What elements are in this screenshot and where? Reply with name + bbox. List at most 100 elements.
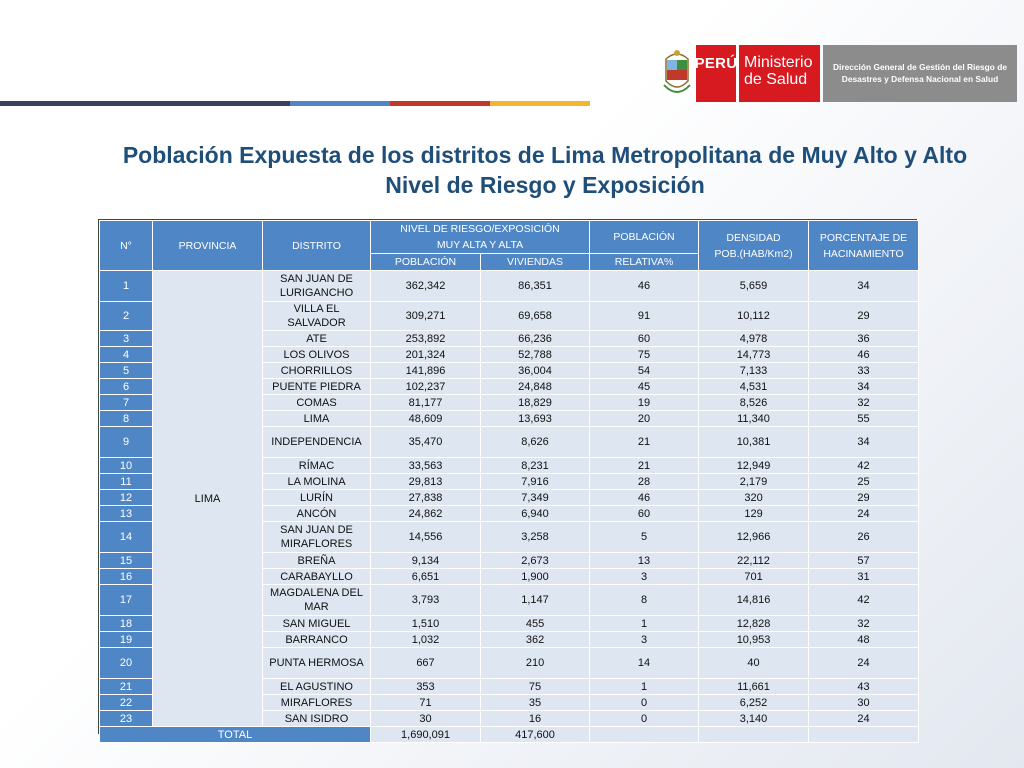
header-poblacion-sub: POBLACIÓN xyxy=(370,253,481,271)
hacinamiento-cell: 43 xyxy=(808,678,920,695)
relativa-cell: 1 xyxy=(589,615,700,632)
hacinamiento-cell: 34 xyxy=(808,270,920,302)
hacinamiento-cell: 24 xyxy=(808,647,920,679)
hacinamiento-cell: 48 xyxy=(808,631,920,648)
ministry-logo: PERÚ Ministerio de Salud Dirección Gener… xyxy=(662,44,1017,102)
distrito-cell: SAN MIGUEL xyxy=(262,615,371,632)
poblacion-cell: 201,324 xyxy=(370,346,481,363)
title-line1: Población Expuesta de los distritos de L… xyxy=(122,142,968,168)
densidad-cell: 14,816 xyxy=(698,584,810,616)
hacinamiento-cell: 42 xyxy=(808,457,920,474)
densidad-cell: 22,112 xyxy=(698,552,810,569)
row-number: 17 xyxy=(99,584,153,616)
relativa-cell: 46 xyxy=(589,270,700,302)
title-line2: Nivel de Riesgo y Exposición xyxy=(385,172,705,198)
poblacion-cell: 6,651 xyxy=(370,568,481,585)
hacinamiento-cell: 26 xyxy=(808,521,920,553)
distrito-cell: INDEPENDENCIA xyxy=(262,426,371,458)
viviendas-cell: 86,351 xyxy=(479,270,591,302)
distrito-cell: BARRANCO xyxy=(262,631,371,648)
header-provincia: PROVINCIA xyxy=(152,220,263,271)
viviendas-cell: 75 xyxy=(479,678,591,695)
viviendas-cell: 362 xyxy=(479,631,591,648)
distrito-cell: SAN ISIDRO xyxy=(262,710,371,727)
distrito-cell: COMAS xyxy=(262,394,371,411)
distrito-cell: RÍMAC xyxy=(262,457,371,474)
viviendas-cell: 18,829 xyxy=(479,394,591,411)
total-empty-cell xyxy=(698,726,810,743)
ministry-line1: Ministerio xyxy=(744,53,813,71)
poblacion-cell: 30 xyxy=(370,710,481,727)
relativa-cell: 19 xyxy=(589,394,700,411)
densidad-cell: 11,340 xyxy=(698,410,810,427)
densidad-cell: 10,953 xyxy=(698,631,810,648)
header-n: N° xyxy=(99,220,153,271)
relativa-cell: 21 xyxy=(589,426,700,458)
densidad-cell: 40 xyxy=(698,647,810,679)
hacinamiento-cell: 36 xyxy=(808,330,920,347)
row-number: 4 xyxy=(99,346,153,363)
distrito-cell: LA MOLINA xyxy=(262,473,371,490)
densidad-cell: 320 xyxy=(698,489,810,506)
hacinamiento-cell: 24 xyxy=(808,505,920,522)
poblacion-cell: 27,838 xyxy=(370,489,481,506)
poblacion-cell: 667 xyxy=(370,647,481,679)
poblacion-cell: 71 xyxy=(370,694,481,711)
relativa-cell: 1 xyxy=(589,678,700,695)
distrito-cell: PUENTE PIEDRA xyxy=(262,378,371,395)
viviendas-cell: 8,626 xyxy=(479,426,591,458)
relativa-cell: 75 xyxy=(589,346,700,363)
relativa-cell: 60 xyxy=(589,505,700,522)
viviendas-cell: 8,231 xyxy=(479,457,591,474)
viviendas-cell: 2,673 xyxy=(479,552,591,569)
poblacion-cell: 29,813 xyxy=(370,473,481,490)
distrito-cell: ATE xyxy=(262,330,371,347)
row-number: 21 xyxy=(99,678,153,695)
header-poblacion: POBLACIÓN xyxy=(589,220,700,254)
hacinamiento-cell: 30 xyxy=(808,694,920,711)
densidad-cell: 3,140 xyxy=(698,710,810,727)
viviendas-cell: 210 xyxy=(479,647,591,679)
ministry-name: Ministerio de Salud xyxy=(738,44,820,102)
viviendas-cell: 6,940 xyxy=(479,505,591,522)
hacinamiento-cell: 25 xyxy=(808,473,920,490)
distrito-cell: SAN JUAN DE MIRAFLORES xyxy=(262,521,371,553)
distrito-cell: SAN JUAN DE LURIGANCHO xyxy=(262,270,371,302)
relativa-cell: 14 xyxy=(589,647,700,679)
densidad-cell: 10,381 xyxy=(698,426,810,458)
row-number: 11 xyxy=(99,473,153,490)
page-title: Población Expuesta de los distritos de L… xyxy=(60,140,1024,200)
header-porcentaje-line2: HACINAMIENTO xyxy=(823,247,904,260)
viviendas-cell: 3,258 xyxy=(479,521,591,553)
poblacion-cell: 35,470 xyxy=(370,426,481,458)
row-number: 7 xyxy=(99,394,153,411)
row-number: 15 xyxy=(99,552,153,569)
distrito-cell: LURÍN xyxy=(262,489,371,506)
header-relativa: RELATIVA% xyxy=(589,253,700,271)
poblacion-cell: 9,134 xyxy=(370,552,481,569)
poblacion-cell: 353 xyxy=(370,678,481,695)
row-number: 9 xyxy=(99,426,153,458)
densidad-cell: 14,773 xyxy=(698,346,810,363)
viviendas-cell: 7,916 xyxy=(479,473,591,490)
row-number: 12 xyxy=(99,489,153,506)
viviendas-cell: 1,147 xyxy=(479,584,591,616)
poblacion-cell: 102,237 xyxy=(370,378,481,395)
relativa-cell: 60 xyxy=(589,330,700,347)
poblacion-cell: 3,793 xyxy=(370,584,481,616)
relativa-cell: 0 xyxy=(589,694,700,711)
relativa-cell: 8 xyxy=(589,584,700,616)
hacinamiento-cell: 57 xyxy=(808,552,920,569)
header-densidad-line1: DENSIDAD xyxy=(726,231,781,244)
relativa-cell: 3 xyxy=(589,568,700,585)
poblacion-cell: 48,609 xyxy=(370,410,481,427)
coat-of-arms-icon xyxy=(663,50,691,93)
distrito-cell: CARABAYLLO xyxy=(262,568,371,585)
poblacion-cell: 362,342 xyxy=(370,270,481,302)
distrito-cell: LOS OLIVOS xyxy=(262,346,371,363)
distrito-cell: BREÑA xyxy=(262,552,371,569)
directorate-label: Dirección General de Gestión del Riesgo … xyxy=(823,44,1017,102)
row-number: 14 xyxy=(99,521,153,553)
row-number: 18 xyxy=(99,615,153,632)
total-label: TOTAL xyxy=(99,726,371,743)
